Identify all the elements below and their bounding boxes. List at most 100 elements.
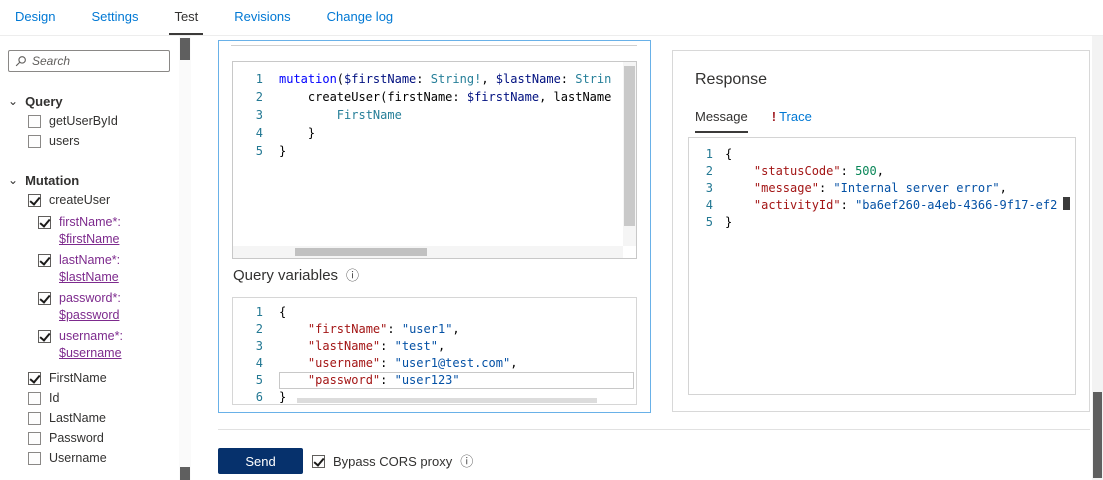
param-lastname[interactable]: lastName*: $lastName bbox=[38, 252, 178, 286]
operation-label: createUser bbox=[49, 193, 110, 207]
tab-trace[interactable]: ! Trace bbox=[772, 109, 812, 133]
operation-getuserbyid[interactable]: getUserById bbox=[28, 111, 178, 131]
param-name: username*: bbox=[59, 328, 123, 345]
param-variable-link[interactable]: $firstName bbox=[59, 231, 121, 248]
operation-createuser[interactable]: createUser bbox=[28, 190, 178, 210]
field-label: Id bbox=[49, 391, 59, 405]
code-line: 3 FirstName bbox=[233, 106, 636, 124]
param-name: lastName*: bbox=[59, 252, 120, 269]
checkbox-param-firstname[interactable] bbox=[38, 216, 51, 229]
tab-test[interactable]: Test bbox=[169, 0, 203, 35]
page-scrollbar[interactable] bbox=[1092, 36, 1103, 480]
operation-users[interactable]: users bbox=[28, 131, 178, 151]
query-panel: 1mutation($firstName: String!, $lastName… bbox=[218, 40, 651, 413]
param-variable-link[interactable]: $username bbox=[59, 345, 123, 362]
error-indicator: ! bbox=[772, 109, 776, 126]
tab-change-log[interactable]: Change log bbox=[322, 0, 399, 35]
response-message-editor[interactable]: 1{2 "statusCode": 500,3 "message": "Inte… bbox=[688, 137, 1076, 395]
operations-sidebar: ⌄ Query getUserById users ⌄ Mutation cre… bbox=[0, 36, 178, 480]
code-line: 6} bbox=[233, 389, 636, 405]
sidebar-scrollbar-bottom-thumb[interactable] bbox=[180, 467, 190, 480]
tab-revisions[interactable]: Revisions bbox=[229, 0, 295, 35]
code-line: 2 "firstName": "user1", bbox=[233, 321, 636, 338]
response-title: Response bbox=[695, 71, 767, 89]
field-label: Password bbox=[49, 431, 104, 445]
chevron-down-icon: ⌄ bbox=[8, 96, 18, 106]
section-query[interactable]: ⌄ Query bbox=[8, 91, 178, 111]
param-username[interactable]: username*: $username bbox=[38, 328, 178, 362]
checkbox-field-firstname[interactable] bbox=[28, 372, 41, 385]
info-icon[interactable]: ⓘ bbox=[346, 269, 359, 282]
code-line: 5} bbox=[233, 142, 636, 160]
code-line: 2 createUser(firstName: $firstName, last… bbox=[233, 88, 636, 106]
info-icon[interactable]: ⓘ bbox=[460, 455, 473, 468]
field-username[interactable]: Username bbox=[28, 448, 178, 468]
checkbox-param-password[interactable] bbox=[38, 292, 51, 305]
line-number: 1 bbox=[233, 70, 279, 88]
code-line: 1{ bbox=[233, 304, 636, 321]
checkbox-param-username[interactable] bbox=[38, 330, 51, 343]
query-editor-horizontal-scrollbar-thumb[interactable] bbox=[295, 248, 427, 256]
param-variable-link[interactable]: $password bbox=[59, 307, 121, 324]
line-number: 1 bbox=[689, 146, 725, 163]
query-variables-label: Query variables bbox=[233, 267, 338, 284]
code-line: 1mutation($firstName: String!, $lastName… bbox=[233, 70, 636, 88]
line-number: 3 bbox=[233, 106, 279, 124]
query-editor-horizontal-scrollbar[interactable] bbox=[233, 246, 623, 258]
line-number: 3 bbox=[233, 338, 279, 355]
graphql-query-editor[interactable]: 1mutation($firstName: String!, $lastName… bbox=[232, 61, 637, 259]
tab-design[interactable]: Design bbox=[10, 0, 60, 35]
line-number: 6 bbox=[233, 389, 279, 405]
bypass-cors-checkbox[interactable] bbox=[312, 455, 325, 468]
bypass-cors-label: Bypass CORS proxy bbox=[333, 454, 452, 469]
search-input[interactable] bbox=[32, 54, 152, 68]
bypass-cors-option[interactable]: Bypass CORS proxy ⓘ bbox=[312, 448, 473, 474]
param-password[interactable]: password*: $password bbox=[38, 290, 178, 324]
code-line: 5 "password": "user123" bbox=[233, 372, 636, 389]
checkbox-users[interactable] bbox=[28, 135, 41, 148]
line-number: 2 bbox=[233, 88, 279, 106]
operation-label: getUserById bbox=[49, 114, 118, 128]
send-button[interactable]: Send bbox=[218, 448, 303, 474]
param-name: password*: bbox=[59, 290, 121, 307]
line-number: 2 bbox=[233, 321, 279, 338]
section-mutation-label: Mutation bbox=[25, 173, 79, 188]
code-line: 4 "username": "user1@test.com", bbox=[233, 355, 636, 372]
query-variables-editor[interactable]: 1{2 "firstName": "user1",3 "lastName": "… bbox=[232, 297, 637, 405]
operation-label: users bbox=[49, 134, 80, 148]
section-query-label: Query bbox=[25, 94, 63, 109]
code-line: 3 "message": "Internal server error", bbox=[689, 180, 1075, 197]
field-lastname[interactable]: LastName bbox=[28, 408, 178, 428]
tab-message-label: Message bbox=[695, 109, 748, 124]
checkbox-getuserbyid[interactable] bbox=[28, 115, 41, 128]
response-panel: Response Message ! Trace 1{2 "statusCode… bbox=[672, 50, 1090, 412]
field-label: FirstName bbox=[49, 371, 107, 385]
tab-settings[interactable]: Settings bbox=[86, 0, 143, 35]
param-firstname[interactable]: firstName*: $firstName bbox=[38, 214, 178, 248]
checkbox-field-username[interactable] bbox=[28, 452, 41, 465]
field-id[interactable]: Id bbox=[28, 388, 178, 408]
checkbox-createuser[interactable] bbox=[28, 194, 41, 207]
field-label: Username bbox=[49, 451, 107, 465]
tab-trace-label: Trace bbox=[779, 109, 812, 126]
field-firstname[interactable]: FirstName bbox=[28, 368, 178, 388]
code-line: 4 "activityId": "ba6ef260-a4eb-4366-9f17… bbox=[689, 197, 1075, 214]
search-box[interactable] bbox=[8, 50, 170, 72]
checkbox-field-lastname[interactable] bbox=[28, 412, 41, 425]
page-scrollbar-thumb[interactable] bbox=[1093, 392, 1102, 478]
checkbox-param-lastname[interactable] bbox=[38, 254, 51, 267]
line-number: 2 bbox=[689, 163, 725, 180]
checkbox-field-password[interactable] bbox=[28, 432, 41, 445]
line-number: 1 bbox=[233, 304, 279, 321]
line-number: 4 bbox=[233, 124, 279, 142]
line-number: 5 bbox=[233, 142, 279, 160]
tab-message[interactable]: Message bbox=[695, 109, 748, 133]
field-password[interactable]: Password bbox=[28, 428, 178, 448]
apim-test-console: Design Settings Test Revisions Change lo… bbox=[0, 0, 1103, 480]
field-label: LastName bbox=[49, 411, 106, 425]
param-variable-link[interactable]: $lastName bbox=[59, 269, 120, 286]
section-mutation[interactable]: ⌄ Mutation bbox=[8, 170, 178, 190]
sidebar-scrollbar-thumb[interactable] bbox=[180, 38, 190, 60]
checkbox-field-id[interactable] bbox=[28, 392, 41, 405]
sidebar-scrollbar[interactable] bbox=[179, 36, 191, 480]
